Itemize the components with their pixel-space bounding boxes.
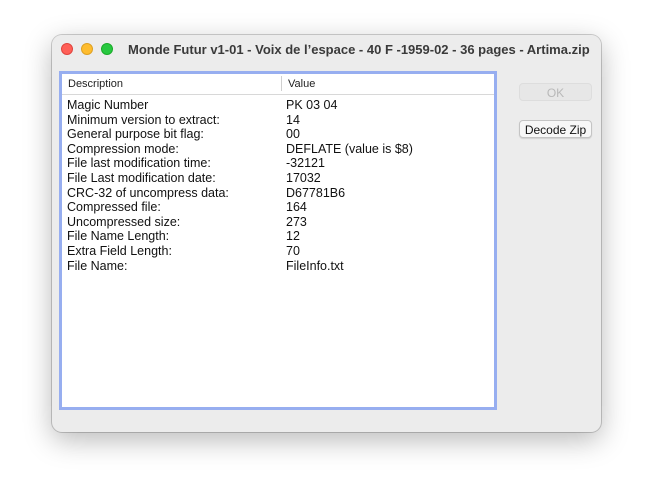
row-value: PK 03 04 bbox=[286, 98, 338, 112]
row-value: FileInfo.txt bbox=[286, 258, 344, 273]
column-header-description[interactable]: Description bbox=[68, 78, 123, 90]
row-description: File Name: bbox=[67, 258, 128, 273]
row-value: 12 bbox=[286, 229, 300, 244]
table-row[interactable]: Magic Number PK 03 04 bbox=[62, 98, 494, 113]
ok-button[interactable]: OK bbox=[519, 83, 592, 101]
row-value: -32121 bbox=[286, 156, 325, 171]
table-row[interactable]: Minimum version to extract: 14 bbox=[62, 113, 494, 128]
table-row[interactable]: Compression mode: DEFLATE (value is $8) bbox=[62, 142, 494, 157]
table-row[interactable]: File Name Length: 12 bbox=[62, 229, 494, 244]
table-header: Description Value bbox=[62, 74, 494, 95]
row-value: 164 bbox=[286, 200, 307, 215]
decode-zip-button[interactable]: Decode Zip bbox=[519, 120, 592, 138]
table-row[interactable]: File last modification time: -32121 bbox=[62, 156, 494, 171]
row-description: Compressed file: bbox=[67, 200, 161, 215]
table-row[interactable]: Uncompressed size: 273 bbox=[62, 215, 494, 230]
table-row[interactable]: General purpose bit flag: 00 bbox=[62, 127, 494, 142]
row-value: 17032 bbox=[286, 170, 321, 185]
row-description: CRC-32 of uncompress data: bbox=[67, 185, 229, 200]
window-title: Monde Futur v1-01 - Voix de l’espace - 4… bbox=[128, 42, 590, 57]
zoom-window-icon[interactable] bbox=[101, 43, 113, 55]
row-description: File Name Length: bbox=[67, 229, 170, 244]
row-description: File last modification time: bbox=[67, 156, 211, 171]
table-row[interactable]: File Name: FileInfo.txt bbox=[62, 259, 494, 274]
row-value: 273 bbox=[286, 214, 307, 229]
table-row[interactable]: File Last modification date: 17032 bbox=[62, 171, 494, 186]
table-row[interactable]: Extra Field Length: 70 bbox=[62, 244, 494, 259]
close-window-icon[interactable] bbox=[61, 43, 73, 55]
row-description: Magic Number bbox=[67, 98, 149, 112]
zip-info-window: Monde Futur v1-01 - Voix de l’espace - 4… bbox=[52, 35, 601, 432]
row-value: D67781B6 bbox=[286, 185, 346, 200]
column-divider[interactable] bbox=[281, 76, 282, 91]
minimize-window-icon[interactable] bbox=[81, 43, 93, 55]
row-value: 00 bbox=[286, 127, 300, 142]
row-description: Minimum version to extract: bbox=[67, 112, 220, 127]
row-value: 14 bbox=[286, 112, 300, 127]
row-description: Compression mode: bbox=[67, 141, 179, 156]
zip-header-table[interactable]: Description Value Magic Number PK 03 04 M… bbox=[59, 71, 497, 410]
column-header-value[interactable]: Value bbox=[288, 78, 315, 90]
title-bar[interactable]: Monde Futur v1-01 - Voix de l’espace - 4… bbox=[52, 35, 601, 65]
row-description: Uncompressed size: bbox=[67, 214, 181, 229]
table-row[interactable]: Compressed file: 164 bbox=[62, 200, 494, 215]
table-body: Magic Number PK 03 04 Minimum version to … bbox=[62, 98, 494, 273]
row-value: DEFLATE (value is $8) bbox=[286, 141, 413, 156]
row-description: File Last modification date: bbox=[67, 170, 216, 185]
row-value: 70 bbox=[286, 243, 300, 258]
table-row[interactable]: CRC-32 of uncompress data: D67781B6 bbox=[62, 186, 494, 201]
row-description: General purpose bit flag: bbox=[67, 127, 204, 142]
row-description: Extra Field Length: bbox=[67, 243, 172, 258]
